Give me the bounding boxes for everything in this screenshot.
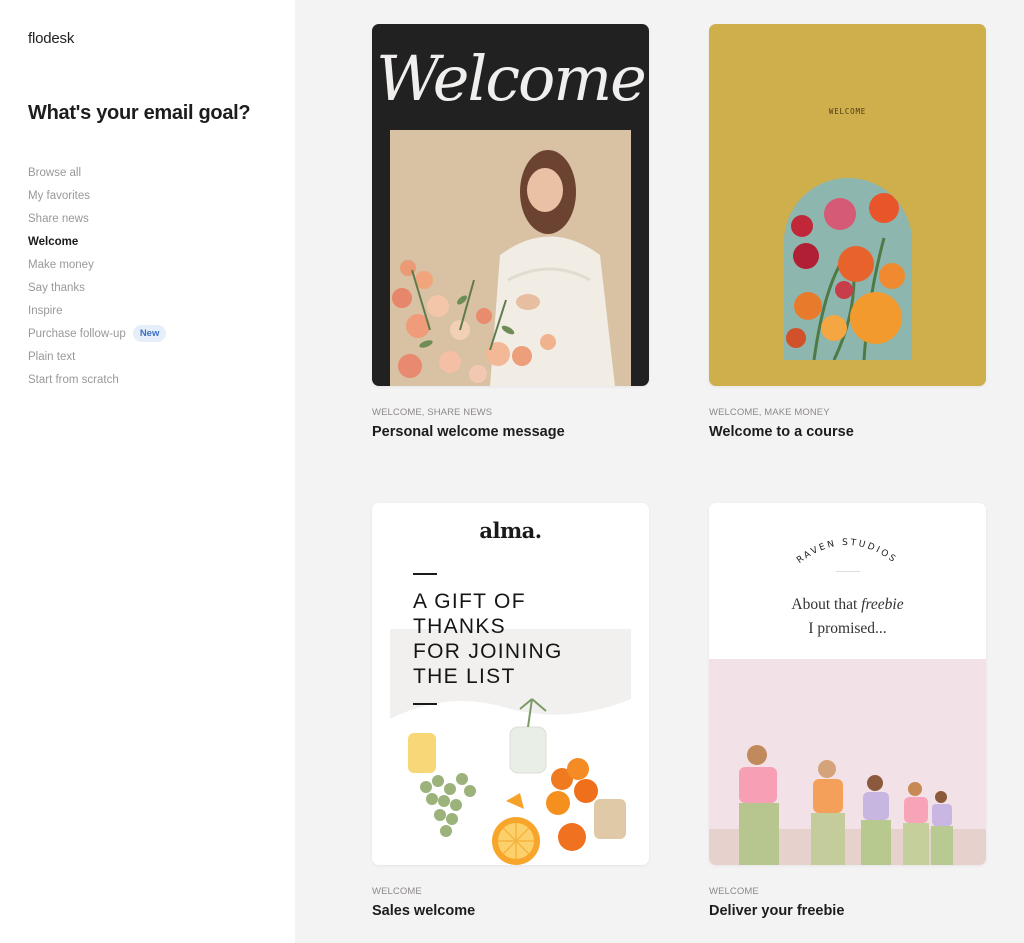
group-illustration bbox=[709, 659, 986, 865]
group-photo bbox=[709, 659, 986, 865]
nav-item-purchase-follow-up[interactable]: Purchase follow-up New bbox=[28, 322, 267, 345]
nav-item-label: My favorites bbox=[28, 189, 90, 202]
raven-studios-logo: RAVEN STUDIOS bbox=[795, 538, 899, 565]
page-title: What's your email goal? bbox=[28, 102, 251, 124]
nav-item-label: Welcome bbox=[28, 235, 79, 248]
nav-item-browse-all[interactable]: Browse all bbox=[28, 161, 267, 184]
nav-item-share-news[interactable]: Share news bbox=[28, 207, 267, 230]
nav-item-label: Share news bbox=[28, 212, 89, 225]
copy-line1-prefix: About that bbox=[791, 596, 862, 613]
template-tags: WELCOME, MAKE MONEY bbox=[709, 407, 830, 418]
template-title[interactable]: Personal welcome message bbox=[372, 424, 649, 440]
nav-item-label: Browse all bbox=[28, 166, 82, 179]
headline-line: A GIFT OF bbox=[413, 590, 526, 613]
nav-item-label: Purchase follow-up bbox=[28, 327, 126, 340]
headline-line: FOR JOINING bbox=[413, 640, 563, 663]
template-title[interactable]: Sales welcome bbox=[372, 903, 649, 919]
flodesk-logo[interactable]: flodesk bbox=[28, 30, 267, 47]
nav-item-say-thanks[interactable]: Say thanks bbox=[28, 276, 267, 299]
copy-line1-emph: freebie bbox=[861, 596, 904, 613]
headline-rule-top bbox=[413, 573, 437, 575]
template-card[interactable]: Welcome WELCOME, SHARE NEWS Personal wel… bbox=[372, 24, 649, 440]
headline-line: THANKS bbox=[413, 615, 506, 638]
new-badge: New bbox=[132, 325, 167, 342]
template-card[interactable]: alma. A GIFT OF THANKS FOR JOINING THE L… bbox=[372, 503, 649, 919]
nav-item-plain-text[interactable]: Plain text bbox=[28, 345, 267, 368]
florist-illustration bbox=[390, 130, 631, 386]
headline-rule-bottom bbox=[413, 703, 437, 705]
welcome-script-heading: Welcome bbox=[376, 42, 647, 115]
nav-item-label: Plain text bbox=[28, 350, 76, 363]
nav-item-label: Make money bbox=[28, 258, 94, 271]
gift-headline: A GIFT OF THANKS FOR JOINING THE LIST bbox=[413, 589, 563, 689]
nav-item-label: Say thanks bbox=[28, 281, 85, 294]
flower-illustration bbox=[784, 178, 912, 360]
headline-line: THE LIST bbox=[413, 665, 516, 688]
template-preview[interactable]: Welcome bbox=[372, 24, 649, 386]
sidebar: flodesk What's your email goal? Browse a… bbox=[0, 0, 295, 943]
nav-item-make-money[interactable]: Make money bbox=[28, 253, 267, 276]
nav-item-label: Inspire bbox=[28, 304, 63, 317]
template-preview[interactable]: WELCOME bbox=[709, 24, 986, 386]
category-nav: Browse all My favorites Share news Welco… bbox=[28, 161, 267, 391]
alma-brand-logo: alma. bbox=[479, 518, 542, 543]
welcome-small-heading: WELCOME bbox=[828, 107, 867, 116]
template-card[interactable]: WELCOME WELCOME, MAKE MONEY Welcome to a… bbox=[709, 24, 986, 440]
template-tags: WELCOME bbox=[709, 886, 759, 897]
florist-photo bbox=[390, 130, 631, 386]
studio-name: RAVEN STUDIOS bbox=[795, 538, 896, 565]
template-card[interactable]: RAVEN STUDIOS About that freebie I promi… bbox=[709, 503, 986, 919]
template-title[interactable]: Welcome to a course bbox=[709, 424, 986, 440]
floral-arch-image bbox=[784, 178, 912, 360]
template-tags: WELCOME, SHARE NEWS bbox=[372, 407, 493, 418]
template-title[interactable]: Deliver your freebie bbox=[709, 903, 986, 919]
copy-line2: I promised... bbox=[808, 620, 887, 637]
svg-text:RAVEN STUDIOS: RAVEN STUDIOS bbox=[795, 538, 899, 565]
nav-item-inspire[interactable]: Inspire bbox=[28, 299, 267, 322]
nav-item-welcome[interactable]: Welcome bbox=[28, 230, 267, 253]
nav-item-start-from-scratch[interactable]: Start from scratch bbox=[28, 368, 267, 391]
nav-item-label: Start from scratch bbox=[28, 373, 119, 386]
template-preview[interactable]: RAVEN STUDIOS About that freebie I promi… bbox=[709, 503, 986, 865]
freebie-copy: About that freebie I promised... bbox=[709, 593, 986, 641]
divider bbox=[836, 571, 860, 572]
nav-item-my-favorites[interactable]: My favorites bbox=[28, 184, 267, 207]
template-tags: WELCOME bbox=[372, 886, 422, 897]
template-preview[interactable]: alma. A GIFT OF THANKS FOR JOINING THE L… bbox=[372, 503, 649, 865]
